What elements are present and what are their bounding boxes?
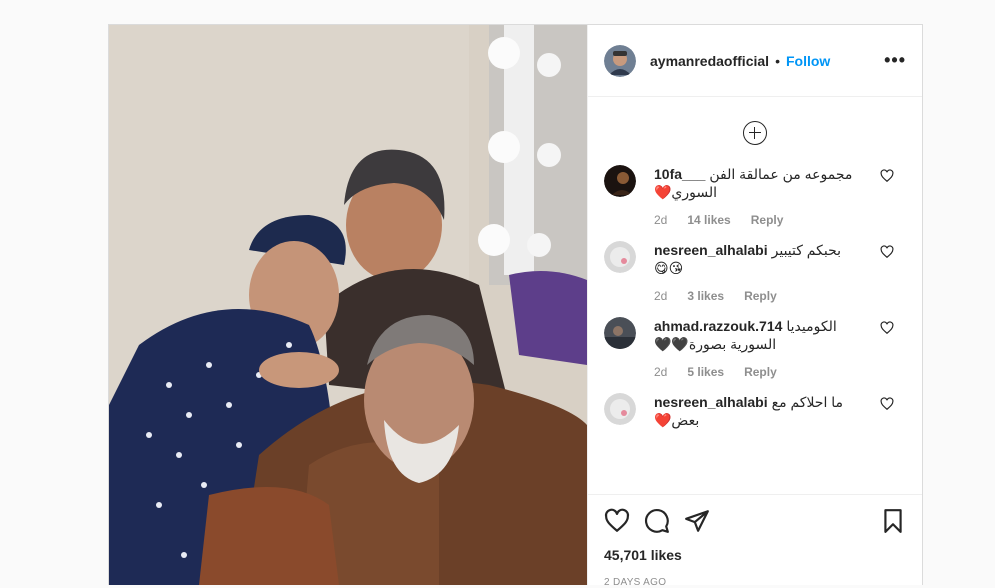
paper-plane-icon[interactable] — [684, 508, 710, 534]
comment-item: ahmad.razzouk.714 الكوميديا السورية بصورة… — [588, 317, 922, 379]
header-separator: • — [775, 52, 780, 69]
comment-item: 10fa___ مجموعه من عمالقة الفن السوري❤️ 2d… — [588, 165, 922, 227]
comment-username[interactable]: ahmad.razzouk.714 — [654, 318, 782, 334]
author-avatar[interactable] — [604, 44, 636, 77]
follow-button[interactable]: Follow — [786, 53, 830, 69]
comment-age[interactable]: 2d — [654, 289, 667, 303]
post-timestamp[interactable]: 2 DAYS AGO — [604, 577, 906, 588]
heart-icon[interactable] — [880, 169, 894, 183]
heart-icon[interactable] — [604, 508, 630, 534]
reply-button[interactable]: Reply — [744, 365, 777, 379]
comment-likes[interactable]: 14 likes — [687, 213, 730, 227]
comment-likes[interactable]: 5 likes — [687, 365, 724, 379]
post-actions: 45,701 likes 2 DAYS AGO — [588, 494, 922, 588]
bookmark-icon[interactable] — [880, 508, 906, 534]
heart-icon[interactable] — [880, 321, 894, 335]
comment-item: nesreen_alhalabi بحبكم كتيبير 😘😋 2d 3 lik… — [588, 241, 922, 303]
comment-icon[interactable] — [644, 508, 670, 534]
comment-username[interactable]: 10fa___ — [654, 166, 705, 182]
heart-icon[interactable] — [880, 397, 894, 411]
comment-likes[interactable]: 3 likes — [687, 289, 724, 303]
comment-age[interactable]: 2d — [654, 213, 667, 227]
comment-item: nesreen_alhalabi ما احلاكم مع بعض❤️ — [588, 393, 922, 429]
comments-list[interactable]: 10fa___ مجموعه من عمالقة الفن السوري❤️ 2d… — [588, 97, 922, 494]
commenter-avatar[interactable] — [604, 393, 636, 425]
reply-button[interactable]: Reply — [744, 289, 777, 303]
likes-count[interactable]: 45,701 likes — [604, 547, 906, 563]
post-card: aymanredaofficial • Follow ••• 10fa___ مج… — [108, 24, 923, 588]
commenter-avatar[interactable] — [604, 317, 636, 349]
post-header: aymanredaofficial • Follow ••• — [588, 25, 922, 97]
heart-icon[interactable] — [880, 245, 894, 259]
comment-username[interactable]: nesreen_alhalabi — [654, 394, 768, 410]
plus-circle-icon[interactable] — [743, 121, 767, 145]
comment-username[interactable]: nesreen_alhalabi — [654, 242, 768, 258]
author-username[interactable]: aymanredaofficial — [650, 53, 769, 69]
post-photo[interactable] — [109, 25, 587, 585]
post-sidebar: aymanredaofficial • Follow ••• 10fa___ مج… — [587, 25, 922, 588]
comment-age[interactable]: 2d — [654, 365, 667, 379]
reply-button[interactable]: Reply — [751, 213, 784, 227]
commenter-avatar[interactable] — [604, 241, 636, 273]
commenter-avatar[interactable] — [604, 165, 636, 197]
more-options-icon[interactable]: ••• — [884, 50, 906, 71]
